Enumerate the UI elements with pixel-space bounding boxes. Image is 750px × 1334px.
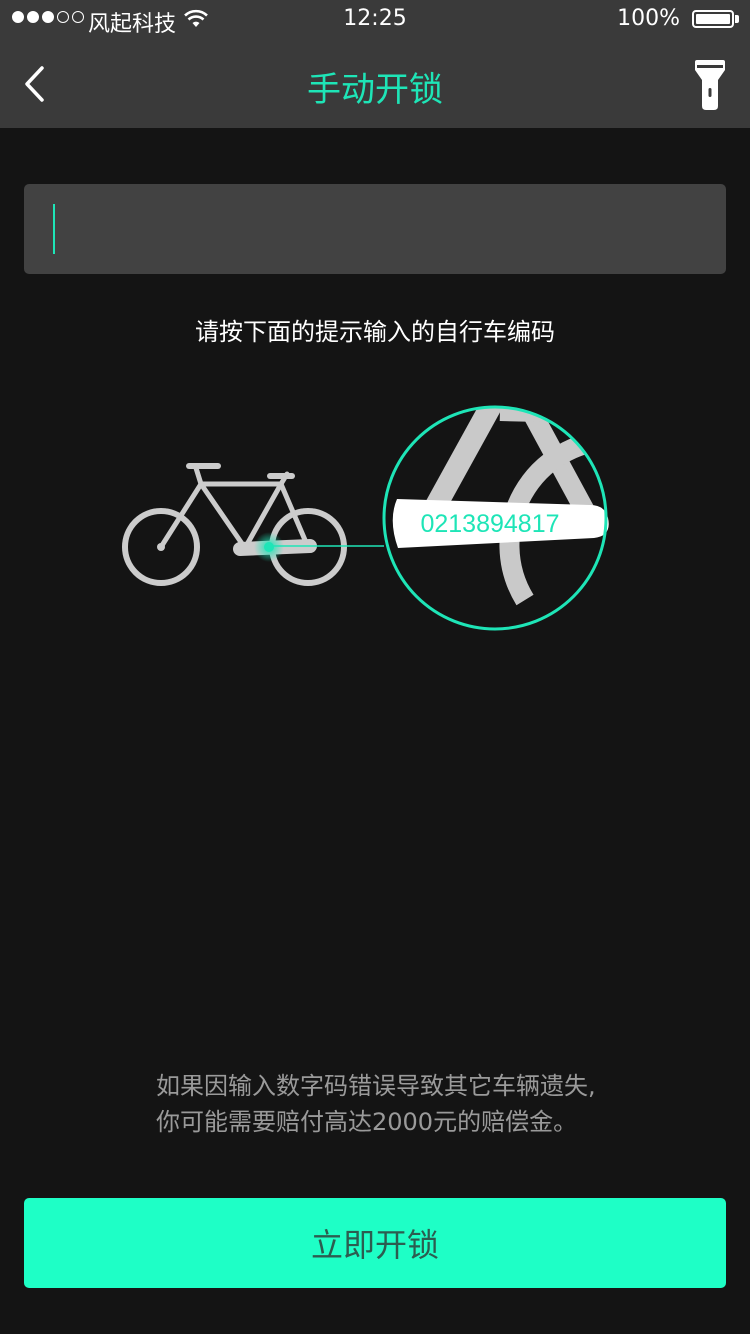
navigation-bar: 手动开锁: [0, 40, 750, 128]
bike-code-illustration: 0213894817: [122, 405, 609, 631]
manual-unlock-screen: 风起科技 12:25 100% 手动开锁 请按下面的提示输入的自行车编码 021…: [0, 0, 750, 1334]
bicycle-icon: [122, 463, 347, 586]
flashlight-button[interactable]: [692, 58, 728, 112]
status-bar: 风起科技 12:25 100%: [0, 0, 750, 40]
warning-text: 如果因输入数字码错误导致其它车辆遗失, 你可能需要赔付高达2000元的赔偿金。: [156, 1068, 716, 1140]
flashlight-icon: [695, 60, 725, 110]
warning-line-2: 你可能需要赔付高达2000元的赔偿金。: [156, 1108, 578, 1136]
page-title: 手动开锁: [307, 70, 443, 110]
warning-line-1: 如果因输入数字码错误导致其它车辆遗失,: [156, 1072, 596, 1100]
bike-code-input[interactable]: [24, 184, 726, 274]
battery-percentage: 100%: [617, 6, 680, 31]
unlock-button[interactable]: 立即开锁: [24, 1198, 726, 1288]
text-caret: [53, 204, 55, 254]
battery-icon: [692, 10, 734, 28]
zoom-lens: 0213894817: [382, 405, 609, 631]
bike-code-label: 0213894817: [420, 510, 559, 538]
battery-cap: [735, 15, 739, 23]
input-hint: 请按下面的提示输入的自行车编码: [195, 318, 555, 346]
